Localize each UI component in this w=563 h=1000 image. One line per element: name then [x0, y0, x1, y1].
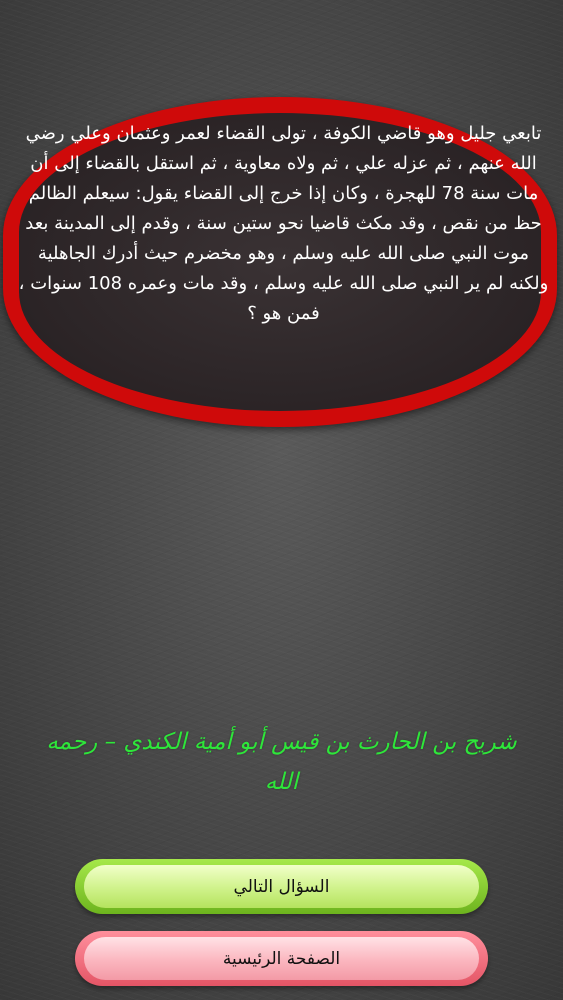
next-question-label: السؤال التالي	[233, 876, 330, 897]
answer-text: شريح بن الحارث بن قيس أبو أمية الكندي – …	[46, 729, 517, 795]
home-page-label: الصفحة الرئيسية	[222, 948, 341, 969]
home-page-button[interactable]: الصفحة الرئيسية	[75, 931, 488, 986]
next-question-button[interactable]: السؤال التالي	[75, 859, 488, 914]
question-text: تابعي جليل وهو قاضي الكوفة ، تولى القضاء…	[18, 123, 549, 324]
